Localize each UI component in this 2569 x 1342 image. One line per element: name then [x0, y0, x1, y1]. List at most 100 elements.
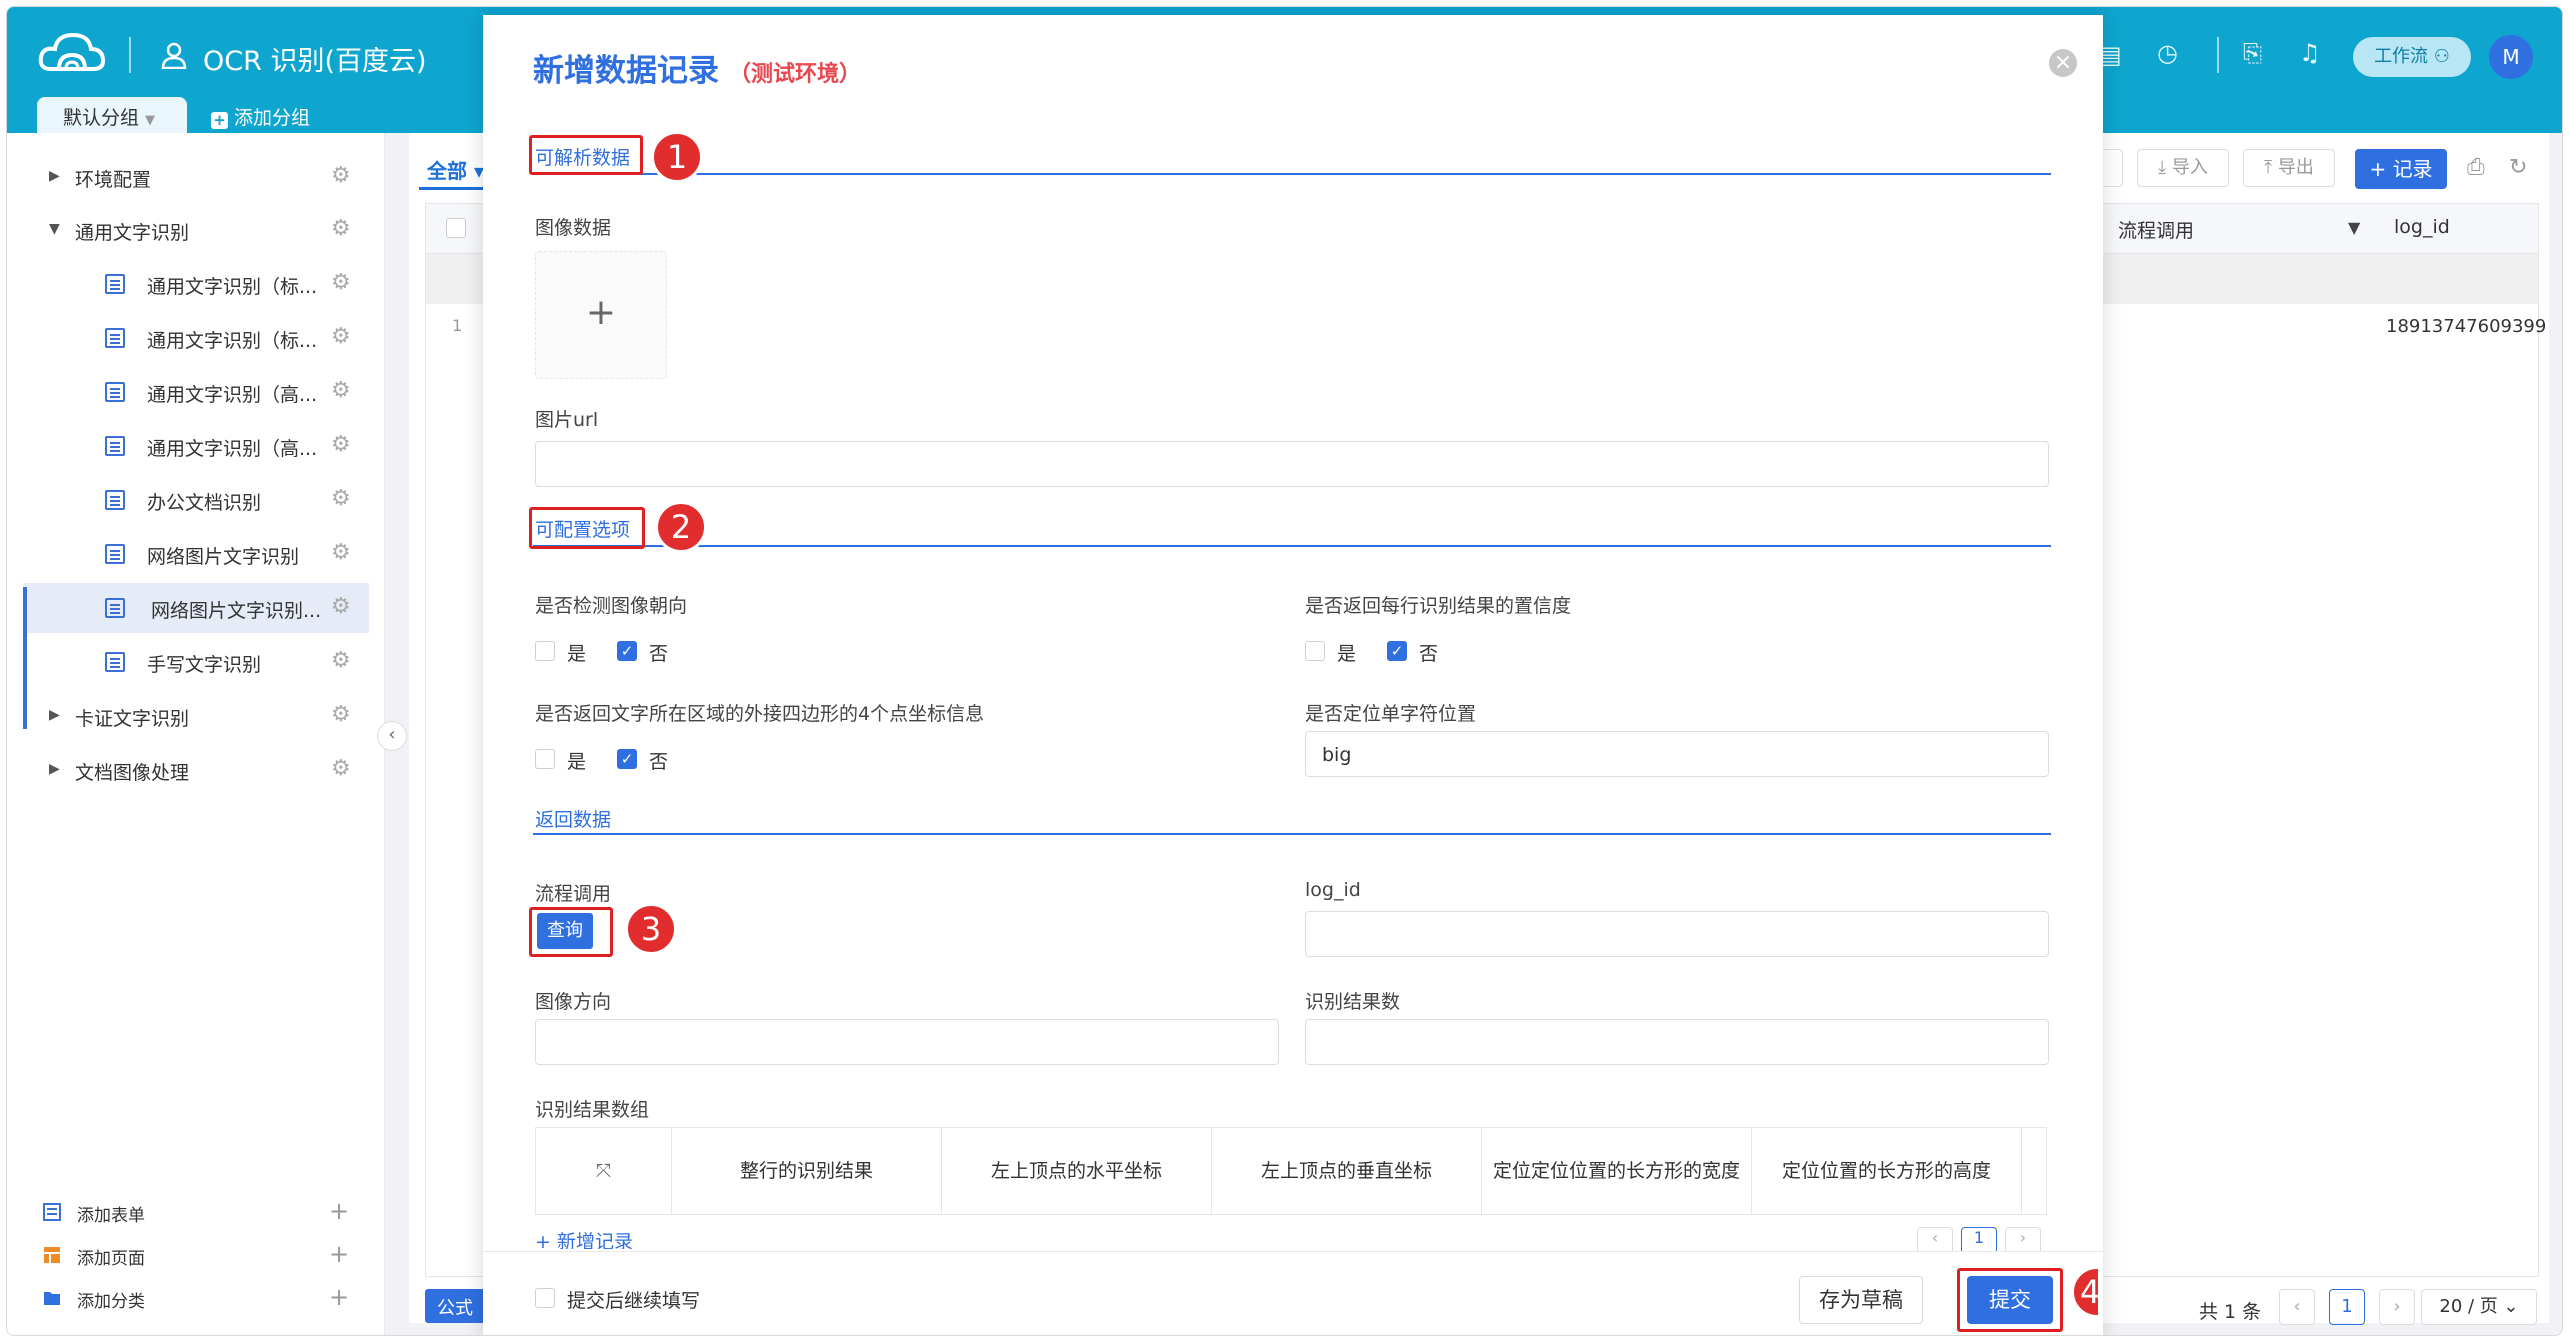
- return-prob-no-checkbox[interactable]: ✓: [1387, 641, 1407, 661]
- avatar[interactable]: M: [2489, 35, 2533, 79]
- add-row-link[interactable]: + 新增记录: [535, 1227, 633, 1249]
- form-icon: [105, 382, 125, 402]
- workflow-button[interactable]: 工作流 ⚇: [2353, 37, 2471, 77]
- sidebar-item-form-active[interactable]: 网络图片文字识别... ⚙: [23, 583, 369, 633]
- plus-icon[interactable]: +: [329, 1240, 349, 1268]
- collapse-sidebar-button[interactable]: ‹: [377, 721, 407, 751]
- import-label: 导入: [2171, 157, 2208, 178]
- direction-input[interactable]: [535, 1019, 1279, 1065]
- filter-all-label: 全部: [427, 159, 467, 183]
- app-title: OCR 识别(百度云): [203, 46, 427, 77]
- image-upload[interactable]: +: [535, 251, 667, 379]
- page-number[interactable]: 1: [2329, 1289, 2365, 1325]
- sidebar-item-label: 手写文字识别: [147, 654, 262, 676]
- column-header: 整行的识别结果: [672, 1128, 942, 1214]
- sidebar-item-form[interactable]: 办公文档识别 ⚙: [7, 475, 385, 525]
- log-id-input[interactable]: [1305, 911, 2049, 957]
- caret-down-icon: ▼: [49, 221, 60, 237]
- no-label: 否: [649, 751, 669, 773]
- gear-icon[interactable]: ⚙: [331, 432, 351, 457]
- column-header-flow[interactable]: 流程调用: [2118, 216, 2194, 243]
- filter-all-tab[interactable]: 全部 ▾: [427, 155, 484, 184]
- prev-page-button[interactable]: ‹: [2279, 1289, 2315, 1325]
- page-size-select[interactable]: 20 / 页 ⌄: [2421, 1289, 2537, 1325]
- sidebar-item-form[interactable]: 网络图片文字识别 ⚙: [7, 529, 385, 579]
- step-badge: 4: [2071, 1266, 2101, 1318]
- vertexes-yes-checkbox[interactable]: [535, 749, 555, 769]
- export-button[interactable]: ⤒ 导出: [2243, 149, 2335, 187]
- add-group-button[interactable]: + 添加分组: [211, 103, 310, 130]
- gear-icon[interactable]: ⚙: [331, 378, 351, 403]
- clock-icon[interactable]: ◷: [2157, 39, 2178, 67]
- print-icon[interactable]: ⎙: [2467, 155, 2485, 180]
- sidebar-group-env-config[interactable]: ▶ 环境配置 ⚙: [7, 152, 385, 202]
- sidebar-item-label: 办公文档识别: [147, 492, 262, 514]
- sidebar-group-doc-image[interactable]: ▶ 文档图像处理 ⚙: [7, 745, 385, 795]
- select-all-checkbox[interactable]: [446, 218, 466, 238]
- next-page-button[interactable]: ›: [2379, 1289, 2415, 1325]
- sidebar-group-label: 环境配置: [75, 169, 152, 191]
- sidebar-item-label: 通用文字识别（高...: [147, 384, 318, 406]
- add-form-item[interactable]: 添加表单 +: [7, 1193, 385, 1233]
- log-id-label: log_id: [1305, 879, 1361, 901]
- sidebar-item-form[interactable]: 通用文字识别（标... ⚙: [7, 259, 385, 309]
- add-category-item[interactable]: 添加分类 +: [7, 1279, 385, 1319]
- sidebar-item-form[interactable]: 通用文字识别（高... ⚙: [7, 367, 385, 417]
- add-page-label: 添加页面: [77, 1249, 145, 1269]
- refresh-icon[interactable]: ↻: [2509, 155, 2527, 180]
- add-record-button[interactable]: + 记录: [2355, 149, 2447, 189]
- sidebar-item-label: 通用文字识别（标...: [147, 330, 318, 352]
- prev-page-button[interactable]: ‹: [1917, 1227, 1953, 1251]
- vertexes-label: 是否返回文字所在区域的外接四边形的4个点坐标信息: [535, 703, 985, 725]
- char-position-input[interactable]: big: [1305, 731, 2049, 777]
- gear-icon[interactable]: ⚙: [331, 324, 351, 349]
- gear-icon[interactable]: ⚙: [331, 702, 351, 727]
- detect-direction-no-checkbox[interactable]: ✓: [617, 641, 637, 661]
- image-url-input[interactable]: [535, 441, 2049, 487]
- sidebar-item-form[interactable]: 手写文字识别 ⚙: [7, 637, 385, 687]
- return-prob-yes-checkbox[interactable]: [1305, 641, 1325, 661]
- sidebar-item-form[interactable]: 通用文字识别（标... ⚙: [7, 313, 385, 363]
- gear-icon[interactable]: ⚙: [331, 486, 351, 511]
- result-num-input[interactable]: [1305, 1019, 2049, 1065]
- column-header: 定位位置的长方形的高度: [1752, 1128, 2022, 1214]
- flow-call-label: 流程调用: [535, 883, 612, 905]
- gear-icon[interactable]: ⚙: [331, 756, 351, 781]
- column-header: 定位定位位置的长方形的宽度: [1482, 1128, 1752, 1214]
- sidebar-group-general-ocr[interactable]: ▼ 通用文字识别 ⚙: [7, 205, 385, 255]
- formula-button[interactable]: 公式: [425, 1289, 485, 1323]
- tab-underline: [419, 187, 489, 190]
- gear-icon[interactable]: ⚙: [331, 270, 351, 295]
- expand-icon[interactable]: ⤧: [536, 1128, 672, 1214]
- vertexes-no-checkbox[interactable]: ✓: [617, 749, 637, 769]
- yes-label: 是: [1337, 643, 1357, 665]
- gear-icon[interactable]: ⚙: [331, 540, 351, 565]
- clipboard-icon[interactable]: ⎘: [2243, 39, 2262, 67]
- close-icon[interactable]: ×: [2049, 49, 2077, 77]
- gear-icon[interactable]: ⚙: [331, 216, 351, 241]
- cloud-logo-icon[interactable]: [37, 29, 107, 77]
- caret-down-icon[interactable]: ▼: [2348, 218, 2360, 237]
- sidebar-item-form[interactable]: 通用文字识别（高... ⚙: [7, 421, 385, 471]
- save-draft-button[interactable]: 存为草稿: [1799, 1276, 1923, 1324]
- add-category-label: 添加分类: [77, 1292, 145, 1312]
- page-number[interactable]: 1: [1961, 1227, 1997, 1251]
- next-page-button[interactable]: ›: [2005, 1227, 2041, 1251]
- sidebar-group-label: 卡证文字识别: [75, 708, 190, 730]
- bell-icon[interactable]: ♫: [2299, 39, 2321, 67]
- plus-icon[interactable]: +: [329, 1197, 349, 1225]
- gear-icon[interactable]: ⚙: [331, 594, 351, 619]
- continue-checkbox[interactable]: [535, 1288, 555, 1308]
- tab-default-group[interactable]: 默认分组 ▼: [37, 97, 187, 133]
- dialog-title-text: 新增数据记录: [533, 53, 719, 89]
- import-button[interactable]: ⤓ 导入: [2137, 149, 2229, 187]
- gear-icon[interactable]: ⚙: [331, 163, 351, 188]
- add-page-item[interactable]: 添加页面 +: [7, 1236, 385, 1276]
- gear-icon[interactable]: ⚙: [331, 648, 351, 673]
- plus-icon[interactable]: +: [329, 1283, 349, 1311]
- sidebar-group-card-ocr[interactable]: ▶ 卡证文字识别 ⚙: [7, 691, 385, 741]
- detect-direction-yes-checkbox[interactable]: [535, 641, 555, 661]
- sidebar-item-label: 网络图片文字识别: [147, 546, 300, 568]
- sidebar-item-label: 网络图片文字识别...: [151, 600, 322, 622]
- column-header-log-id[interactable]: log_id: [2394, 216, 2450, 238]
